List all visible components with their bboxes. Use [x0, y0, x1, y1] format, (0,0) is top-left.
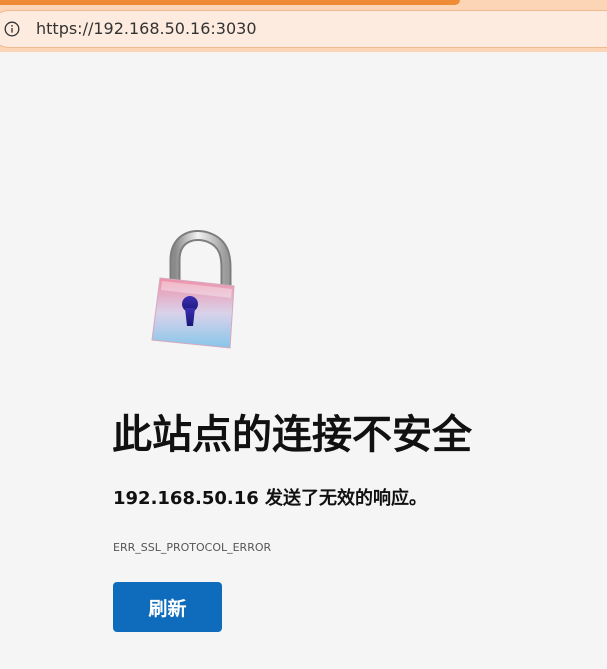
- url-text[interactable]: https://192.168.50.16:3030: [36, 19, 257, 39]
- error-code[interactable]: ERR_SSL_PROTOCOL_ERROR: [113, 540, 271, 556]
- active-tab-strip[interactable]: [0, 0, 460, 5]
- error-heading: 此站点的连接不安全: [112, 412, 472, 458]
- browser-toolbar: https://192.168.50.16:3030: [0, 0, 607, 52]
- unlocked-padlock-icon: [151, 230, 235, 349]
- refresh-button[interactable]: 刷新: [113, 582, 222, 632]
- error-description: 192.168.50.16 发送了无效的响应。: [113, 488, 428, 509]
- info-icon[interactable]: [4, 21, 20, 37]
